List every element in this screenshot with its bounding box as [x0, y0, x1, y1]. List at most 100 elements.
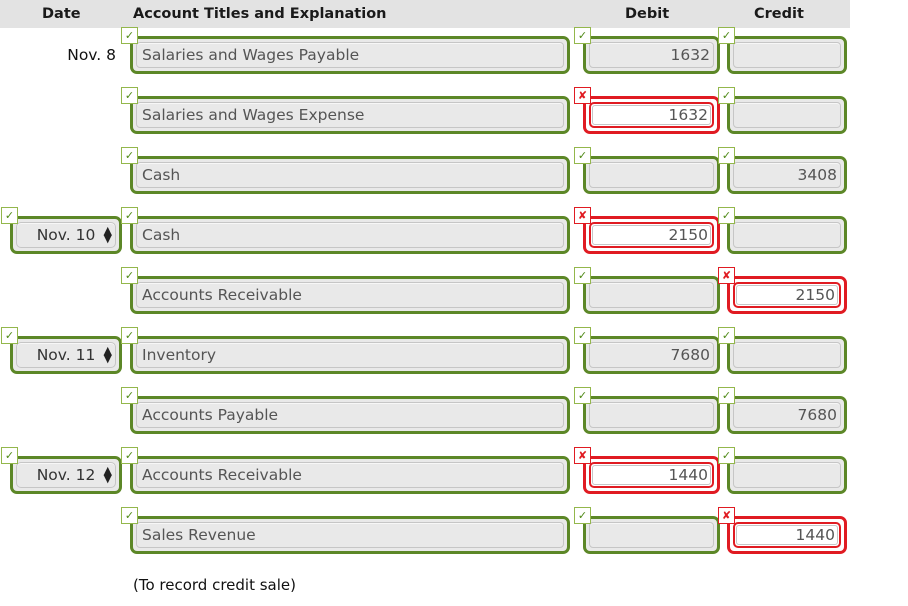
journal-entry-rows: Nov. 8 Salaries and Wages Payable ✓ 1632 ✓ ✓ S…	[0, 27, 908, 568]
credit-input-2[interactable]: 3408 ✓	[718, 147, 847, 194]
account-input-2-value: Cash	[142, 166, 181, 184]
date-select-3-check-icon: ✓	[1, 207, 18, 224]
credit-input-1-check-icon: ✓	[718, 87, 735, 104]
debit-input-8[interactable]: ✓	[574, 507, 720, 554]
table-row: Salaries and Wages Expense ✓ 1632 ✘ ✓	[0, 87, 908, 148]
date-select-5[interactable]: Nov. 11 ▲ ▼ ✓	[1, 327, 122, 374]
account-input-7-value: Accounts Receivable	[142, 466, 302, 484]
credit-input-4-error-icon: ✘	[718, 267, 735, 284]
date-label-0: Nov. 8	[67, 46, 116, 64]
table-row: Sales Revenue ✓ ✓ 1440 ✘	[0, 507, 908, 568]
debit-input-6-check-icon: ✓	[574, 387, 591, 404]
account-input-1[interactable]: Salaries and Wages Expense ✓	[121, 87, 570, 134]
account-input-5-value: Inventory	[142, 346, 217, 364]
debit-input-7-error-icon: ✘	[574, 447, 591, 464]
debit-input-5-value: 7680	[670, 346, 710, 364]
account-input-8-value: Sales Revenue	[142, 526, 256, 544]
table-row: Nov. 11 ▲ ▼ ✓ Inventory ✓ 7680 ✓ ✓	[0, 327, 908, 388]
debit-input-0-value: 1632	[670, 46, 710, 64]
account-input-3[interactable]: Cash ✓	[121, 207, 570, 254]
credit-input-2-check-icon: ✓	[718, 147, 735, 164]
date-select-3[interactable]: Nov. 10 ▲ ▼ ✓	[1, 207, 122, 254]
account-input-8[interactable]: Sales Revenue ✓	[121, 507, 570, 554]
account-input-0-value: Salaries and Wages Payable	[142, 46, 360, 64]
debit-input-8-value	[583, 516, 720, 554]
account-input-6-value: Accounts Payable	[142, 406, 279, 424]
credit-input-1[interactable]: ✓	[718, 87, 847, 134]
debit-input-2-check-icon: ✓	[574, 147, 591, 164]
credit-input-8-value: 1440	[795, 526, 835, 544]
credit-input-5-check-icon: ✓	[718, 327, 735, 344]
credit-input-4[interactable]: 2150 ✘	[718, 267, 847, 314]
table-row: Accounts Receivable ✓ ✓ 2150 ✘	[0, 267, 908, 328]
account-input-4-check-icon: ✓	[121, 267, 138, 284]
credit-input-6-check-icon: ✓	[718, 387, 735, 404]
table-row: Accounts Payable ✓ ✓ 7680 ✓	[0, 387, 908, 448]
debit-input-6[interactable]: ✓	[574, 387, 720, 434]
debit-input-4-check-icon: ✓	[574, 267, 591, 284]
account-input-0[interactable]: Salaries and Wages Payable ✓	[121, 27, 570, 74]
account-input-4-value: Accounts Receivable	[142, 286, 302, 304]
table-row: Nov. 8 Salaries and Wages Payable ✓ 1632 ✓ ✓	[0, 27, 908, 88]
account-input-5[interactable]: Inventory ✓	[121, 327, 570, 374]
account-input-0-check-icon: ✓	[121, 27, 138, 44]
account-input-3-value: Cash	[142, 226, 181, 244]
debit-input-4[interactable]: ✓	[574, 267, 720, 314]
debit-input-5[interactable]: 7680 ✓	[574, 327, 720, 374]
debit-input-1[interactable]: 1632 ✘	[574, 87, 720, 134]
credit-input-8-error-icon: ✘	[718, 507, 735, 524]
credit-input-1-value	[727, 96, 847, 134]
account-input-6[interactable]: Accounts Payable ✓	[121, 387, 570, 434]
credit-input-3-check-icon: ✓	[718, 207, 735, 224]
account-input-8-check-icon: ✓	[121, 507, 138, 524]
account-input-7-check-icon: ✓	[121, 447, 138, 464]
credit-input-7[interactable]: ✓	[718, 447, 847, 494]
account-input-3-check-icon: ✓	[121, 207, 138, 224]
account-input-7[interactable]: Accounts Receivable ✓	[121, 447, 570, 494]
date-select-7-stepper-icon[interactable]: ▲ ▼	[104, 465, 112, 484]
debit-input-0-check-icon: ✓	[574, 27, 591, 44]
credit-input-0-check-icon: ✓	[718, 27, 735, 44]
credit-input-3-value	[727, 216, 847, 254]
column-header-debit: Debit	[625, 6, 670, 22]
account-input-1-check-icon: ✓	[121, 87, 138, 104]
credit-input-3[interactable]: ✓	[718, 207, 847, 254]
debit-input-6-value	[583, 396, 720, 434]
debit-input-1-error-icon: ✘	[574, 87, 591, 104]
date-select-7-check-icon: ✓	[1, 447, 18, 464]
debit-input-2[interactable]: ✓	[574, 147, 720, 194]
credit-input-0-value	[727, 36, 847, 74]
account-input-4[interactable]: Accounts Receivable ✓	[121, 267, 570, 314]
debit-input-7-value: 1440	[668, 466, 708, 484]
debit-input-4-value	[583, 276, 720, 314]
table-row: Cash ✓ ✓ 3408 ✓	[0, 147, 908, 208]
credit-input-5[interactable]: ✓	[718, 327, 847, 374]
credit-input-7-check-icon: ✓	[718, 447, 735, 464]
debit-input-8-check-icon: ✓	[574, 507, 591, 524]
date-select-5-stepper-icon[interactable]: ▲ ▼	[104, 345, 112, 364]
credit-input-6-value: 7680	[797, 406, 837, 424]
credit-input-8[interactable]: 1440 ✘	[718, 507, 847, 554]
debit-input-0[interactable]: 1632 ✓	[574, 27, 720, 74]
column-header-date: Date	[42, 6, 81, 22]
date-select-3-stepper-icon[interactable]: ▲ ▼	[104, 225, 112, 244]
credit-input-2-value: 3408	[797, 166, 837, 184]
account-input-1-value: Salaries and Wages Expense	[142, 106, 365, 124]
account-input-2-check-icon: ✓	[121, 147, 138, 164]
table-row: Nov. 10 ▲ ▼ ✓ Cash ✓ 2150 ✘ ✓	[0, 207, 908, 268]
credit-input-0[interactable]: ✓	[718, 27, 847, 74]
account-input-6-check-icon: ✓	[121, 387, 138, 404]
account-input-2[interactable]: Cash ✓	[121, 147, 570, 194]
date-select-7[interactable]: Nov. 12 ▲ ▼ ✓	[1, 447, 122, 494]
debit-input-7[interactable]: 1440 ✘	[574, 447, 720, 494]
account-input-5-check-icon: ✓	[121, 327, 138, 344]
credit-input-7-value	[727, 456, 847, 494]
date-select-5-check-icon: ✓	[1, 327, 18, 344]
table-row: Nov. 12 ▲ ▼ ✓ Accounts Receivable ✓ 1440 ✘ ✓	[0, 447, 908, 508]
credit-input-6[interactable]: 7680 ✓	[718, 387, 847, 434]
debit-input-3[interactable]: 2150 ✘	[574, 207, 720, 254]
debit-input-3-error-icon: ✘	[574, 207, 591, 224]
debit-input-5-check-icon: ✓	[574, 327, 591, 344]
debit-input-1-value: 1632	[668, 106, 708, 124]
credit-input-5-value	[727, 336, 847, 374]
